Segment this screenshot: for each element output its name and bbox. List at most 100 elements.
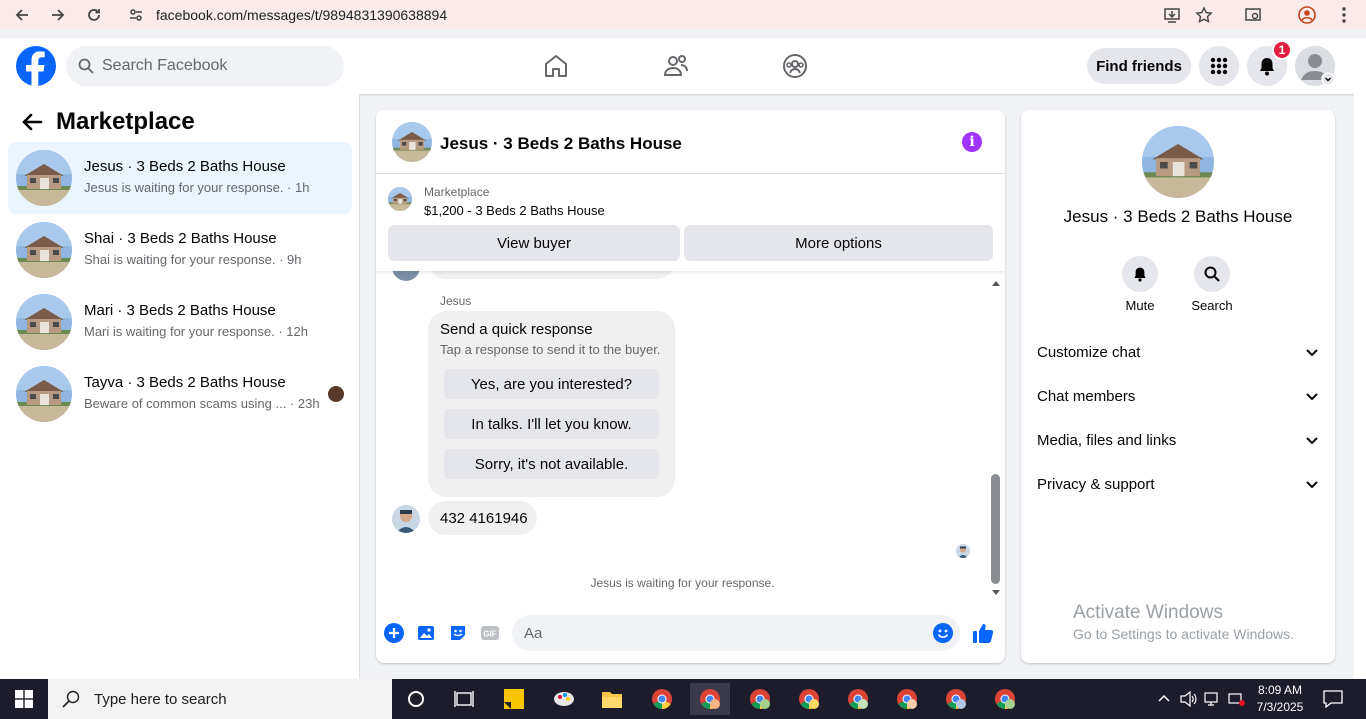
- profile-icon[interactable]: [1296, 4, 1318, 26]
- notification-center-icon[interactable]: [1323, 689, 1343, 709]
- volume-icon[interactable]: [1179, 689, 1199, 709]
- file-explorer-icon[interactable]: [592, 683, 632, 715]
- back-arrow-icon[interactable]: [20, 110, 44, 134]
- listing-price: $1,200 - 3 Beds 2 Baths House: [424, 203, 605, 218]
- message-input[interactable]: [512, 615, 960, 651]
- message-composer: GIF: [376, 610, 1005, 663]
- site-settings-icon[interactable]: [128, 7, 144, 23]
- chrome-profile-icon[interactable]: [789, 683, 829, 715]
- menu-grid-icon[interactable]: [1199, 46, 1239, 86]
- chat-title[interactable]: Jesus · 3 Beds 2 Baths House: [440, 134, 682, 154]
- install-app-icon[interactable]: [1161, 4, 1183, 26]
- chat-header: Jesus · 3 Beds 2 Baths House i: [376, 110, 1005, 174]
- conversation-preview: Mari is waiting for your response. · 12h: [84, 324, 308, 339]
- home-icon[interactable]: [540, 50, 572, 82]
- scrollbar-thumb[interactable]: [991, 474, 1000, 584]
- chat-members-row[interactable]: Chat members: [1037, 378, 1319, 414]
- clock-date: 7/3/2025: [1256, 700, 1304, 714]
- friends-icon[interactable]: [660, 50, 692, 82]
- details-title: Jesus · 3 Beds 2 Baths House: [1063, 207, 1293, 226]
- view-buyer-button[interactable]: View buyer: [388, 225, 680, 261]
- windows-start-icon[interactable]: [0, 679, 48, 719]
- quick-reply-button[interactable]: In talks. I'll let you know.: [444, 409, 659, 439]
- system-clock[interactable]: 8:09 AM 7/3/2025: [1252, 682, 1308, 716]
- privacy-support-row[interactable]: Privacy & support: [1037, 466, 1319, 502]
- chat-thumbnail[interactable]: [392, 122, 432, 162]
- info-icon[interactable]: i: [962, 132, 982, 152]
- conversation-item[interactable]: Tayva · 3 Beds 2 Baths House Beware of c…: [8, 358, 352, 430]
- customize-chat-row[interactable]: Customize chat: [1037, 334, 1319, 370]
- chevron-down-icon: [1306, 481, 1318, 489]
- mute-button[interactable]: Mute: [1110, 256, 1170, 313]
- conversation-item[interactable]: Mari · 3 Beds 2 Baths House Mari is wait…: [8, 286, 352, 358]
- plus-icon[interactable]: [383, 622, 405, 644]
- bookmark-star-icon[interactable]: [1193, 4, 1215, 26]
- sticker-icon[interactable]: [447, 622, 469, 644]
- chrome-profile-icon[interactable]: [887, 683, 927, 715]
- activate-windows-watermark: Activate Windows Go to Settings to activ…: [1073, 602, 1294, 642]
- chevron-down-icon: [1306, 437, 1318, 445]
- clock-time: 8:09 AM: [1257, 683, 1303, 697]
- chrome-icon[interactable]: [642, 683, 682, 715]
- facebook-logo-icon[interactable]: [16, 46, 56, 86]
- watermark-line1: Activate Windows: [1073, 602, 1223, 623]
- listing-banner: Marketplace $1,200 - 3 Beds 2 Baths Hous…: [376, 175, 1005, 271]
- emoji-icon[interactable]: [932, 622, 954, 644]
- watermark-line2: Go to Settings to activate Windows.: [1073, 626, 1294, 642]
- task-view-icon[interactable]: [444, 683, 484, 715]
- taskbar-search[interactable]: Type here to search: [48, 679, 392, 719]
- conversation-name: Tayva · 3 Beds 2 Baths House: [84, 374, 286, 391]
- reload-icon[interactable]: [83, 4, 105, 26]
- battery-icon[interactable]: [1227, 689, 1247, 709]
- sender-avatar[interactable]: [392, 505, 420, 533]
- search-in-chat-button[interactable]: Search: [1182, 256, 1242, 313]
- message-bubble: 432 4161946: [428, 501, 537, 535]
- gif-icon[interactable]: GIF: [479, 622, 501, 644]
- cortana-icon[interactable]: [396, 683, 436, 715]
- chrome-profile-icon[interactable]: [838, 683, 878, 715]
- groups-icon[interactable]: [779, 50, 811, 82]
- quick-response-subtitle: Tap a response to send it to the buyer.: [440, 342, 661, 357]
- back-arrow-icon[interactable]: [11, 4, 33, 26]
- paint-icon[interactable]: [544, 683, 584, 715]
- like-thumb-icon[interactable]: [972, 622, 994, 644]
- conversation-name: Shai · 3 Beds 2 Baths House: [84, 230, 277, 247]
- chrome-profile-icon[interactable]: [740, 683, 780, 715]
- conversation-item[interactable]: Shai · 3 Beds 2 Baths House Shai is wait…: [8, 214, 352, 286]
- search-icon: [62, 690, 80, 708]
- chat-panel: Jesus · 3 Beds 2 Baths House i Marketpla…: [376, 110, 1005, 663]
- browser-menu-icon[interactable]: [1333, 4, 1355, 26]
- account-avatar[interactable]: [1295, 46, 1335, 86]
- sticky-notes-icon[interactable]: [494, 683, 534, 715]
- taskbar-search-placeholder: Type here to search: [94, 690, 227, 708]
- chrome-profile-icon[interactable]: [985, 683, 1025, 715]
- chrome-profile-icon[interactable]: [936, 683, 976, 715]
- listing-thumbnail: [388, 187, 412, 211]
- network-icon[interactable]: [1203, 689, 1223, 709]
- find-friends-button[interactable]: Find friends: [1087, 48, 1191, 84]
- listing-kicker: Marketplace: [424, 185, 490, 199]
- conversation-preview: Jesus is waiting for your response. · 1h: [84, 180, 310, 195]
- listing-thumbnail[interactable]: [1142, 126, 1214, 198]
- facebook-search-bar[interactable]: Search Facebook: [66, 46, 344, 86]
- row-label: Media, files and links: [1037, 431, 1177, 449]
- conversation-preview: Shai is waiting for your response. · 9h: [84, 252, 302, 267]
- address-bar[interactable]: facebook.com/messages/t/9894831390638894: [118, 1, 1242, 28]
- chrome-profile-icon[interactable]: [690, 683, 730, 715]
- quick-reply-button[interactable]: Yes, are you interested?: [444, 369, 659, 399]
- listing-thumbnail: [16, 366, 72, 422]
- more-options-button[interactable]: More options: [684, 225, 993, 261]
- waiting-status: Jesus is waiting for your response.: [590, 576, 775, 590]
- forward-arrow-icon[interactable]: [47, 4, 69, 26]
- quick-reply-button[interactable]: Sorry, it's not available.: [444, 449, 659, 479]
- seen-receipt-avatar: [956, 544, 970, 558]
- tab-search-icon[interactable]: [1242, 4, 1264, 26]
- photo-icon[interactable]: [415, 622, 437, 644]
- quick-response-title: Send a quick response: [440, 321, 593, 338]
- chevron-up-icon[interactable]: [1154, 689, 1174, 709]
- facebook-header: Search Facebook Find friends: [0, 38, 1366, 94]
- svg-text:GIF: GIF: [483, 630, 496, 639]
- conversation-item[interactable]: Jesus · 3 Beds 2 Baths House Jesus is wa…: [8, 142, 352, 214]
- media-files-links-row[interactable]: Media, files and links: [1037, 422, 1319, 458]
- page-scrollbar[interactable]: [1354, 38, 1366, 679]
